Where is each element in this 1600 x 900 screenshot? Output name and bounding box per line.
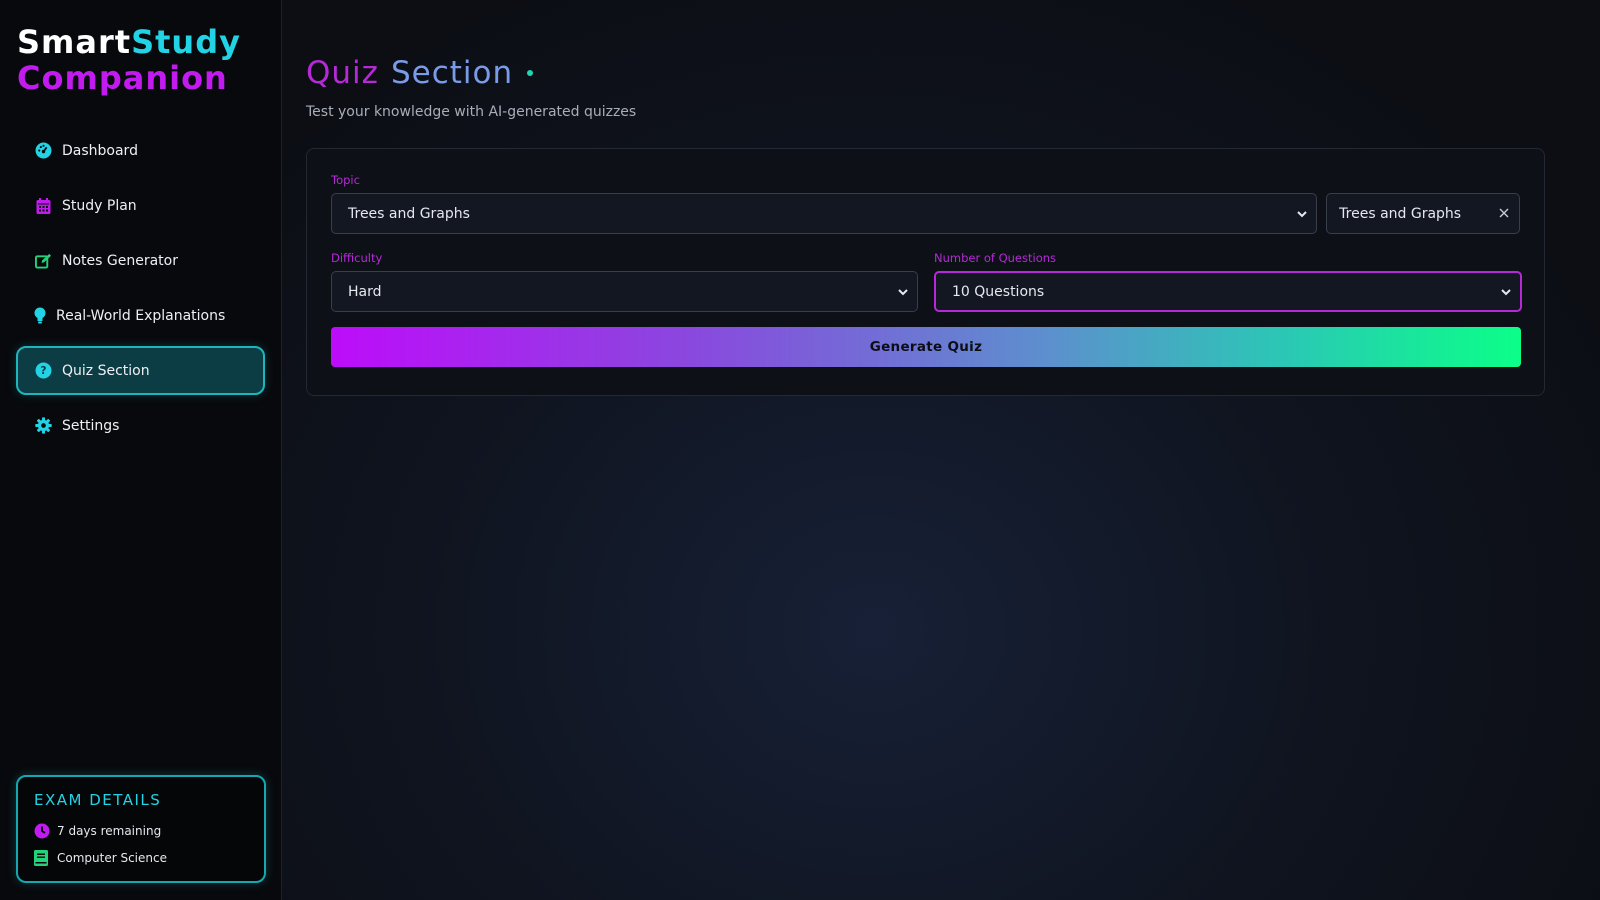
generate-quiz-button[interactable]: Generate Quiz	[331, 327, 1521, 367]
sidebar-item-label: Settings	[62, 417, 120, 434]
sidebar-item-settings[interactable]: Settings	[16, 401, 265, 450]
difficulty-select-value: Hard	[348, 283, 382, 300]
dashboard-gauge-icon	[34, 142, 52, 160]
book-icon	[34, 849, 50, 866]
question-circle-icon: ?	[34, 362, 52, 380]
clear-icon[interactable]	[1499, 206, 1509, 222]
questions-label: Number of Questions	[934, 251, 1057, 265]
difficulty-label: Difficulty	[331, 251, 383, 265]
chevron-down-icon	[1500, 286, 1512, 298]
sidebar-nav: Dashboard Study Plan Notes Generator Rea…	[16, 126, 265, 450]
sidebar-item-label: Real-World Explanations	[56, 307, 226, 324]
app-logo: SmartStudy Companion	[17, 24, 265, 96]
topic-select-value: Trees and Graphs	[348, 205, 470, 222]
exam-days-remaining: 7 days remaining	[34, 817, 248, 844]
sidebar: SmartStudy Companion Dashboard Study Pla…	[0, 0, 282, 900]
page-subtitle: Test your knowledge with AI-generated qu…	[306, 104, 637, 120]
sidebar-item-label: Dashboard	[62, 142, 138, 159]
exam-details-card: EXAM DETAILS 7 days remaining Computer S…	[16, 775, 266, 883]
days-remaining-text: 7 days remaining	[57, 823, 162, 838]
page-title-part1: Quiz	[306, 55, 379, 91]
sidebar-item-label: Notes Generator	[62, 252, 178, 269]
questions-select[interactable]: 10 Questions	[934, 271, 1522, 312]
svg-text:?: ?	[40, 364, 46, 377]
exam-subject: Computer Science	[34, 844, 248, 871]
difficulty-select[interactable]: Hard	[331, 271, 918, 312]
sidebar-item-study-plan[interactable]: Study Plan	[16, 181, 265, 230]
sidebar-item-real-world-explanations[interactable]: Real-World Explanations	[16, 291, 265, 340]
brand-part-companion: Companion	[17, 59, 228, 97]
title-dot-decoration	[527, 70, 534, 76]
sidebar-item-dashboard[interactable]: Dashboard	[16, 126, 265, 175]
brand-part-study: Study	[131, 23, 241, 61]
lightbulb-icon	[34, 307, 46, 325]
clock-icon	[34, 823, 50, 839]
topic-custom-input[interactable]: Trees and Graphs	[1326, 193, 1520, 234]
exam-details-title: EXAM DETAILS	[34, 791, 162, 809]
questions-group: Number of Questions 10 Questions	[934, 251, 1522, 312]
page-title: Quiz Section	[306, 52, 1576, 94]
main-content: Quiz Section Test your knowledge with AI…	[282, 0, 1600, 900]
calendar-icon	[34, 197, 52, 215]
sidebar-item-label: Quiz Section	[62, 362, 150, 379]
subject-text: Computer Science	[57, 850, 167, 865]
page-title-part2: Section	[390, 55, 514, 91]
chevron-down-icon	[897, 286, 909, 298]
topic-chip-text: Trees and Graphs	[1339, 205, 1462, 222]
quiz-config-card: Topic Trees and Graphs Trees and Graphs …	[306, 148, 1545, 396]
edit-icon	[34, 252, 52, 270]
topic-label: Topic	[331, 173, 360, 187]
brand-part-smart: Smart	[17, 23, 132, 61]
questions-select-value: 10 Questions	[952, 283, 1045, 300]
sidebar-item-label: Study Plan	[62, 197, 137, 214]
chevron-down-icon	[1296, 208, 1308, 220]
gear-icon	[34, 417, 52, 435]
difficulty-group: Difficulty Hard	[331, 251, 918, 312]
sidebar-item-quiz-section[interactable]: ? Quiz Section	[16, 346, 265, 395]
topic-select[interactable]: Trees and Graphs	[331, 193, 1318, 234]
sidebar-item-notes-generator[interactable]: Notes Generator	[16, 236, 265, 285]
